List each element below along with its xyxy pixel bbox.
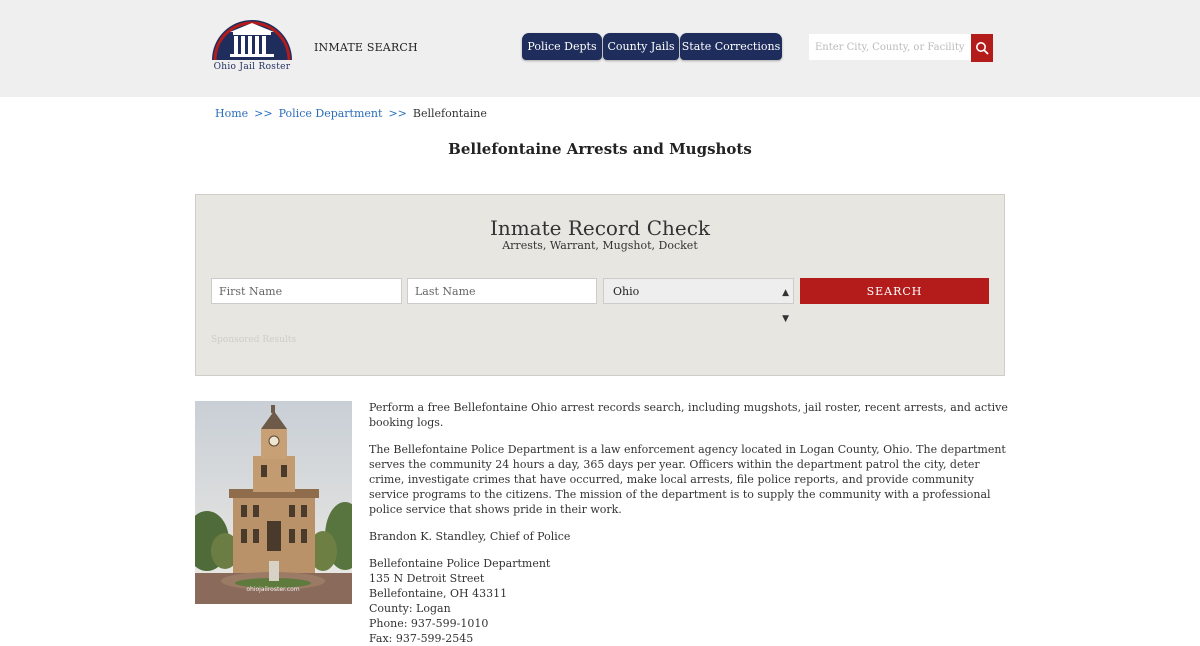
intro-paragraph: Perform a free Bellefontaine Ohio arrest… <box>369 401 1008 429</box>
page-title: Bellefontaine Arrests and Mugshots <box>448 140 752 158</box>
sponsored-results-label: Sponsored Results <box>211 335 297 345</box>
nav-state-corrections[interactable]: State Corrections <box>680 33 782 60</box>
address-line: 135 N Detroit Street <box>369 572 485 585</box>
address-line: Bellefontaine, OH 43311 <box>369 587 508 600</box>
courthouse-photo: ohiojailroster.com <box>185 401 365 604</box>
first-name-input[interactable] <box>211 278 402 304</box>
breadcrumb-police-department[interactable]: Police Department <box>279 107 383 120</box>
chevron-up-down-icon: ▲ ▼ <box>782 288 789 324</box>
capitol-logo-icon <box>212 20 292 61</box>
state-select[interactable]: Ohio ▲ ▼ <box>603 278 794 324</box>
search-submit-button[interactable] <box>971 34 993 62</box>
inmate-record-check-panel: Inmate Record Check Arrests, Warrant, Mu… <box>195 194 1005 376</box>
last-name-input[interactable] <box>407 278 597 304</box>
search-icon <box>976 42 989 55</box>
breadcrumb: Home >> Police Department >> Bellefontaine <box>215 107 487 120</box>
breadcrumb-separator: >> <box>254 107 273 120</box>
phone-number: Phone: 937-599-1010 <box>369 617 489 630</box>
address-line: County: Logan <box>369 602 451 615</box>
address-line: Bellefontaine Police Department <box>369 557 551 570</box>
record-search-button[interactable]: SEARCH <box>800 278 989 304</box>
panel-subtitle: Arrests, Warrant, Mugshot, Docket <box>502 239 698 252</box>
site-logo[interactable]: Ohio Jail Roster <box>206 18 298 78</box>
inmate-search-link[interactable]: INMATE SEARCH <box>314 41 418 54</box>
facility-search-input[interactable] <box>809 34 971 60</box>
nav-police-depts[interactable]: Police Depts <box>522 33 602 60</box>
photo-watermark: ohiojailroster.com <box>246 586 299 593</box>
site-header: Ohio Jail Roster INMATE SEARCH Police De… <box>0 0 1200 97</box>
description-paragraph: The Bellefontaine Police Department is a… <box>369 443 1006 516</box>
courthouse-image: ohiojailroster.com <box>185 401 365 604</box>
address-block: Bellefontaine Police Department 135 N De… <box>369 556 1009 646</box>
breadcrumb-home[interactable]: Home <box>215 107 248 120</box>
fax-number: Fax: 937-599-2545 <box>369 632 474 645</box>
breadcrumb-separator: >> <box>388 107 407 120</box>
logo-text: Ohio Jail Roster <box>213 62 291 72</box>
nav-county-jails[interactable]: County Jails <box>603 33 679 60</box>
chief-of-police: Brandon K. Standley, Chief of Police <box>369 530 571 543</box>
breadcrumb-current: Bellefontaine <box>412 107 487 120</box>
department-info: Perform a free Bellefontaine Ohio arrest… <box>369 400 1009 646</box>
state-select-value: Ohio <box>613 285 640 298</box>
panel-title: Inmate Record Check <box>489 216 711 240</box>
